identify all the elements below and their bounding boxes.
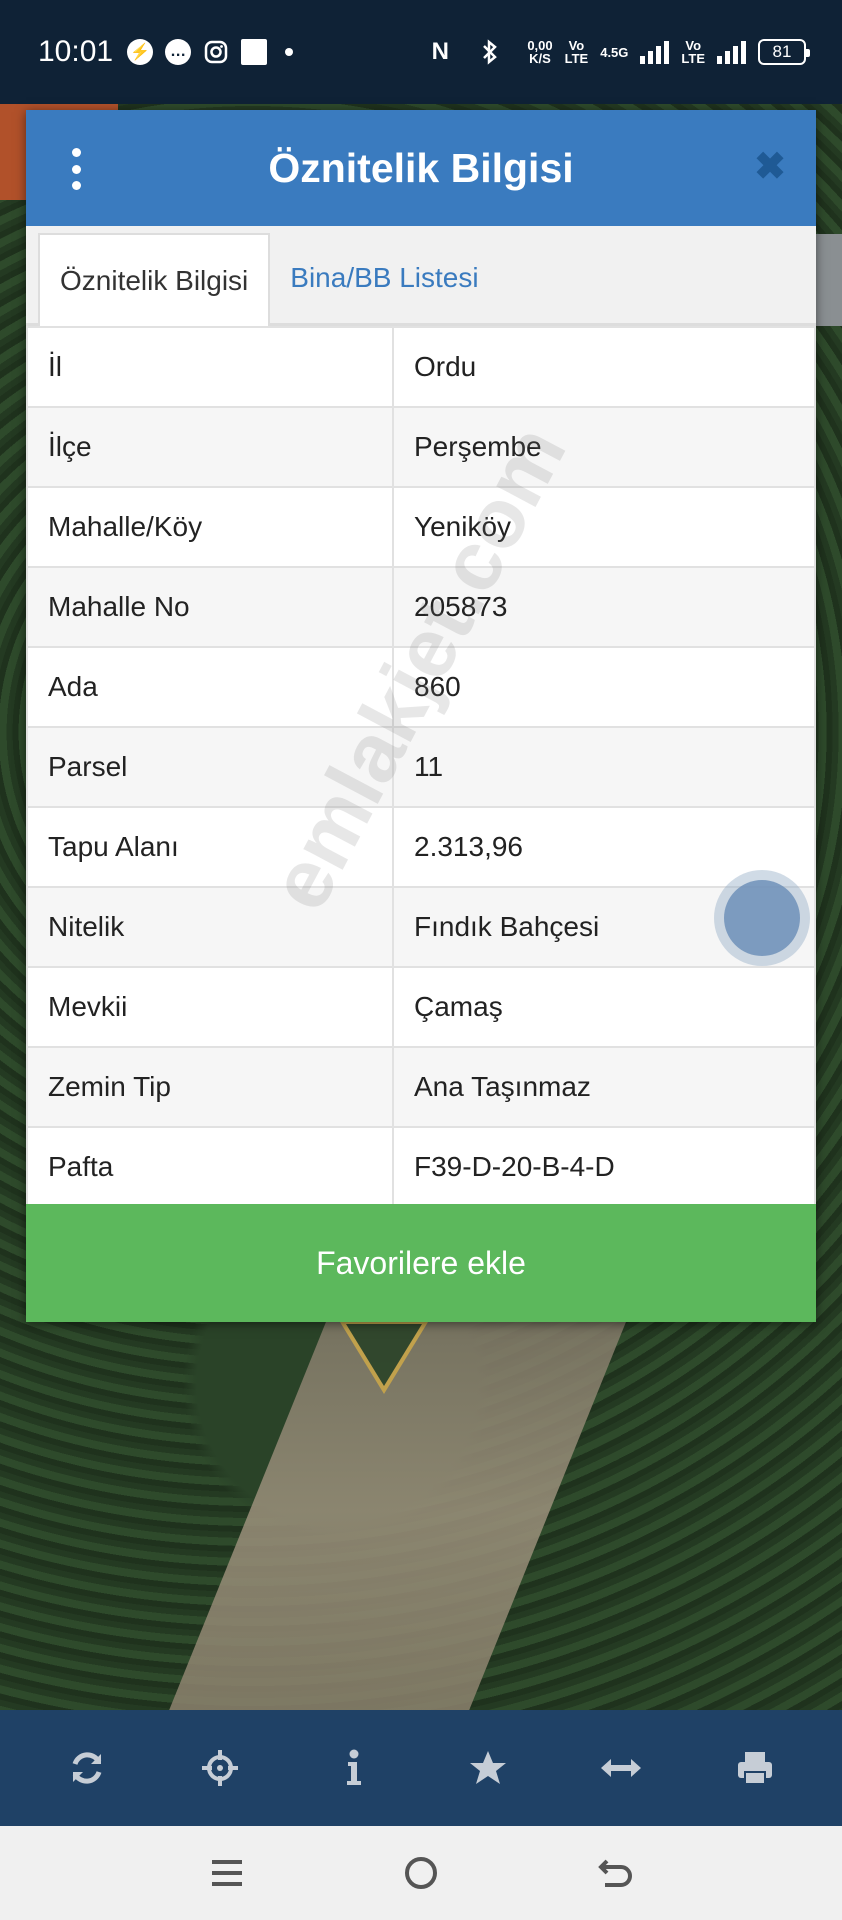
parcel-outline xyxy=(340,1322,428,1394)
attribute-value: Yeniköy xyxy=(392,486,816,568)
attribute-label: Ada xyxy=(26,646,394,728)
attribute-label: İl xyxy=(26,326,394,408)
dialog-tabs: Öznitelik Bilgisi Bina/BB Listesi xyxy=(26,226,816,326)
attribute-label: Mahalle No xyxy=(26,566,394,648)
attribute-row: Mahalle No 205873 xyxy=(26,566,816,648)
attribute-row: Tapu Alanı 2.313,96 xyxy=(26,806,816,888)
map-side-handle xyxy=(816,234,842,326)
attribute-label: Pafta xyxy=(26,1126,394,1208)
attribute-value: Çamaş xyxy=(392,966,816,1048)
attribute-label: İlçe xyxy=(26,406,394,488)
status-time: 10:01 xyxy=(38,35,114,68)
battery-icon: 81 xyxy=(758,39,810,65)
attribute-value: Ordu xyxy=(392,326,816,408)
attribute-value: 205873 xyxy=(392,566,816,648)
attribute-row: Mahalle/Köy Yeniköy xyxy=(26,486,816,568)
home-icon[interactable] xyxy=(391,1843,451,1903)
attribute-row: Mevkii Çamaş xyxy=(26,966,816,1048)
more-options-icon[interactable] xyxy=(66,148,86,190)
signal-2-icon xyxy=(717,40,746,64)
info-icon[interactable] xyxy=(324,1738,384,1798)
attribute-row: Nitelik Fındık Bahçesi xyxy=(26,886,816,968)
refresh-icon[interactable] xyxy=(57,1738,117,1798)
crosshair-icon[interactable] xyxy=(190,1738,250,1798)
attribute-value: Perşembe xyxy=(392,406,816,488)
attribute-label: Tapu Alanı xyxy=(26,806,394,888)
back-icon[interactable] xyxy=(585,1843,645,1903)
signal-icon xyxy=(640,40,670,64)
dialog-header: Öznitelik Bilgisi ✖ xyxy=(26,110,816,226)
volte-2: Vo LTE xyxy=(681,38,705,66)
bluetooth-icon xyxy=(477,39,503,65)
volte-1: Vo LTE xyxy=(564,38,589,66)
attribute-value: 860 xyxy=(392,646,816,728)
add-to-favorites-button[interactable]: Favorilere ekle xyxy=(26,1204,816,1322)
tab-attribute-info[interactable]: Öznitelik Bilgisi xyxy=(38,233,271,326)
attribute-value: Ana Taşınmaz xyxy=(392,1046,816,1128)
assistive-touch-button[interactable] xyxy=(714,870,810,966)
measure-icon[interactable] xyxy=(591,1738,651,1798)
attribute-row: Pafta F39-D-20-B-4-D xyxy=(26,1126,816,1208)
print-icon[interactable] xyxy=(725,1738,785,1798)
tab-building-list[interactable]: Bina/BB Listesi xyxy=(270,233,498,323)
nfc-icon: N xyxy=(431,38,449,65)
attribute-value: F39-D-20-B-4-D xyxy=(392,1126,816,1208)
attribute-row: Ada 860 xyxy=(26,646,816,728)
attribute-row: Zemin Tip Ana Taşınmaz xyxy=(26,1046,816,1128)
more-notifications-icon xyxy=(285,48,294,56)
attribute-row: İl Ordu xyxy=(26,326,816,408)
system-navbar xyxy=(0,1826,842,1920)
attribute-row: İlçe Perşembe xyxy=(26,406,816,488)
attribute-label: Parsel xyxy=(26,726,394,808)
attribute-label: Mahalle/Köy xyxy=(26,486,394,568)
attribute-row: Parsel 11 xyxy=(26,726,816,808)
dialog-title: Öznitelik Bilgisi xyxy=(268,144,574,191)
chat-icon: … xyxy=(165,39,192,65)
attribute-dialog: Öznitelik Bilgisi ✖ Öznitelik Bilgisi Bi… xyxy=(26,110,816,1322)
notification-icon xyxy=(241,39,268,65)
attribute-label: Zemin Tip xyxy=(26,1046,394,1128)
net-speed: 0,00 K/S xyxy=(527,38,553,66)
map-toolbar xyxy=(0,1710,842,1826)
attribute-table: İl Ordu İlçe Perşembe Mahalle/Köy Yeniköy Maha… xyxy=(26,326,816,1208)
messenger-icon: ⚡ xyxy=(127,39,154,65)
attribute-label: Mevkii xyxy=(26,966,394,1048)
attribute-value: 11 xyxy=(392,726,816,808)
star-icon[interactable] xyxy=(458,1738,518,1798)
menu-icon[interactable] xyxy=(197,1843,257,1903)
lte-4g: 4.5G xyxy=(600,44,629,60)
status-bar: 10:01 ⚡ … N 0,00 K/S Vo LTE 4.5G Vo LTE … xyxy=(0,0,842,104)
instagram-icon xyxy=(203,39,229,65)
battery-level: 81 xyxy=(772,42,792,61)
attribute-label: Nitelik xyxy=(26,886,394,968)
close-icon[interactable]: ✖ xyxy=(754,144,786,189)
